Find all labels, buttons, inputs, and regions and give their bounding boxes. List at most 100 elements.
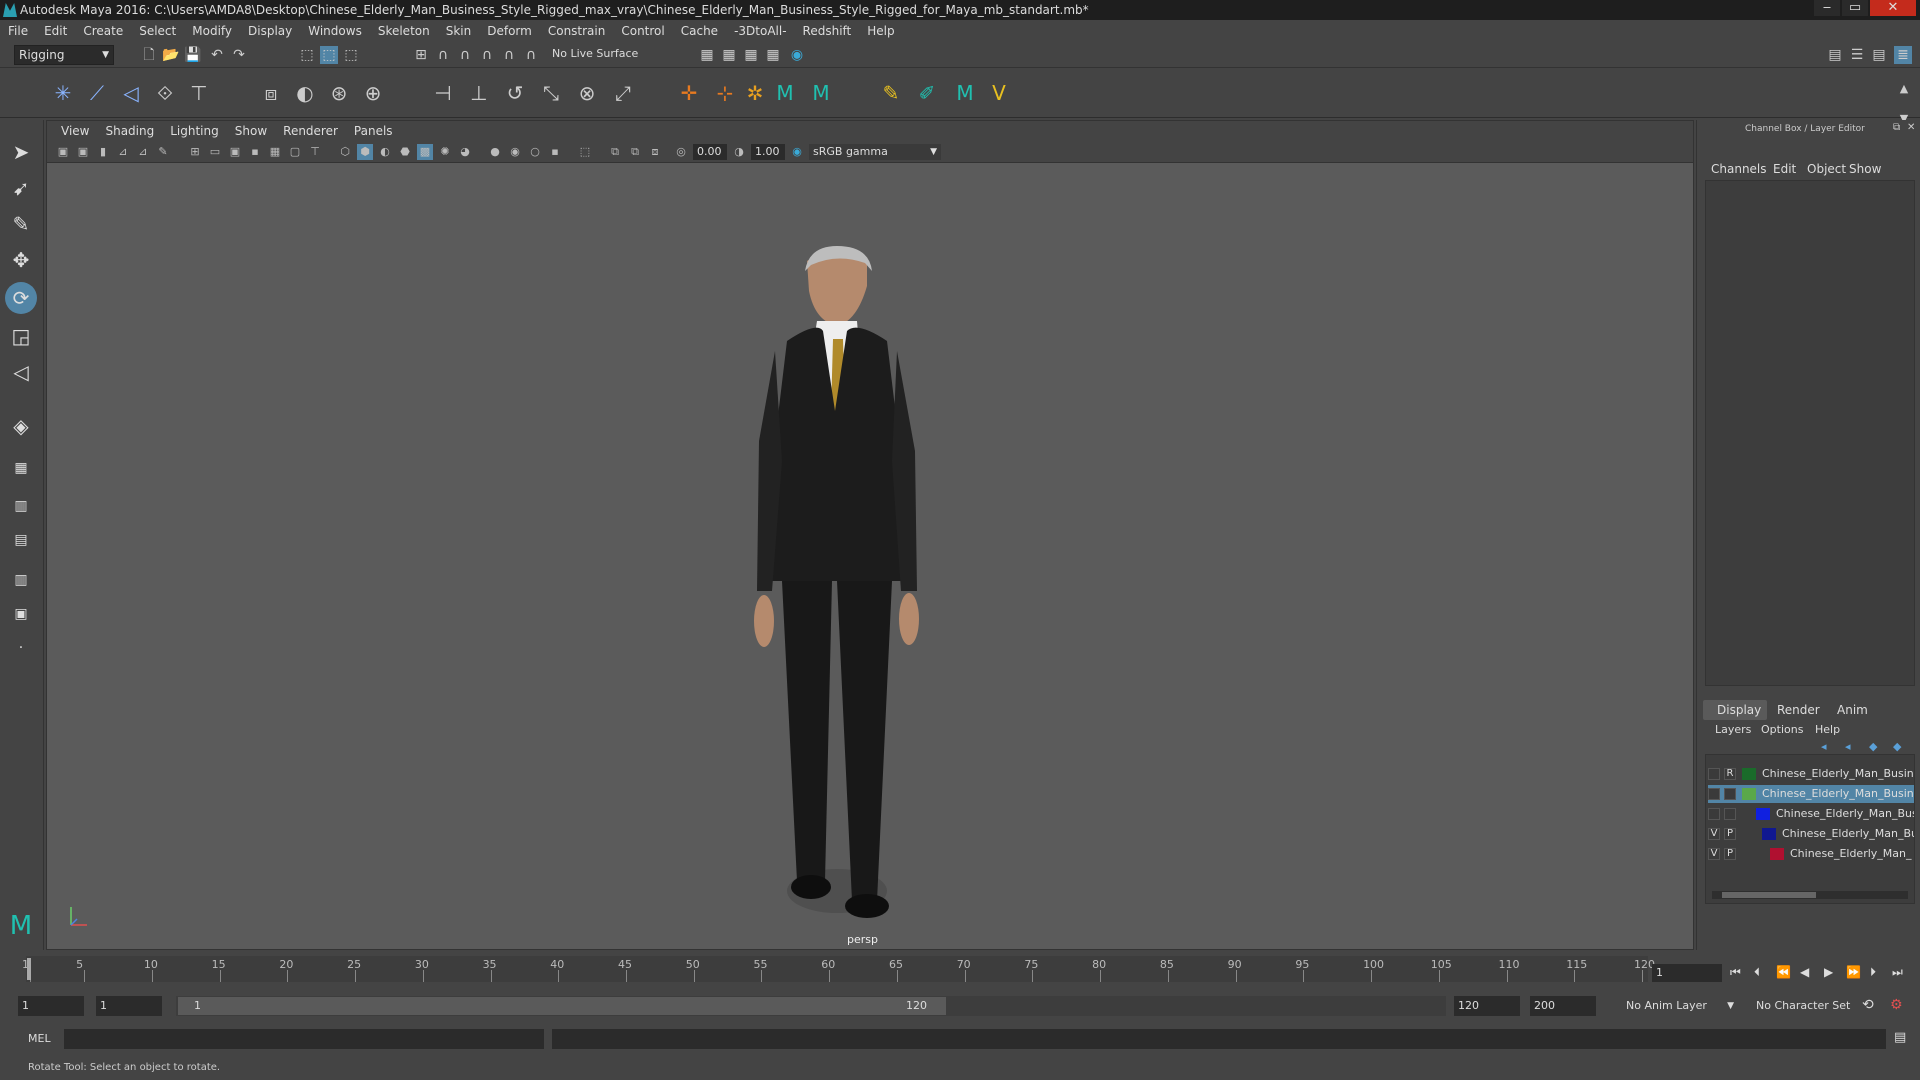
mirror-joint-icon[interactable]: ⟐ (150, 78, 180, 108)
layer-visibility-toggle[interactable]: V (1708, 848, 1720, 860)
new-layer-selected-icon[interactable]: ◆ (1893, 740, 1901, 753)
snap-grid-icon[interactable]: ⊞ (412, 46, 430, 64)
save-scene-icon[interactable]: 💾 (184, 46, 202, 64)
viewport-menu-renderer[interactable]: Renderer (275, 124, 346, 138)
tab-channels[interactable]: Channels (1711, 162, 1767, 176)
pole-vector-icon[interactable]: ⤢ (608, 78, 638, 108)
render-settings-icon[interactable]: ▦ (698, 46, 716, 64)
parent-constraint-icon[interactable]: ⊗ (572, 78, 602, 108)
attribute-editor-icon[interactable]: ☰ (1848, 46, 1866, 64)
layer-playback-toggle[interactable] (1724, 808, 1736, 820)
step-forward-key-icon[interactable]: ⏩ (1846, 965, 1861, 979)
script-editor-icon[interactable]: ▤ (1894, 1030, 1906, 1045)
snap-point-icon[interactable]: ∩ (456, 46, 474, 64)
tab-edit[interactable]: Edit (1773, 162, 1796, 176)
bind-skin-icon[interactable]: ⧈ (256, 78, 286, 108)
depth-of-field-icon[interactable]: ▪ (547, 144, 563, 160)
play-forward-icon[interactable]: ▶ (1824, 965, 1833, 979)
step-forward-frame-icon[interactable]: ⏵ (1870, 965, 1876, 980)
tab-object[interactable]: Object (1807, 162, 1846, 176)
grease-pencil-icon[interactable]: ✎ (155, 144, 171, 160)
viewport-menu-view[interactable]: View (53, 124, 97, 138)
snap-view-icon[interactable]: ∩ (478, 46, 496, 64)
maya-m-icon[interactable]: M (770, 78, 800, 108)
go-to-start-icon[interactable]: ⏮ (1730, 965, 1741, 980)
character-model[interactable] (727, 241, 1047, 941)
color-management-icon[interactable]: ◉ (789, 144, 805, 160)
scale-tool-icon[interactable]: ◲ (5, 320, 37, 352)
anti-alias-icon[interactable]: ○ (527, 144, 543, 160)
menu-modify[interactable]: Modify (184, 20, 240, 42)
smooth-shade-icon[interactable]: ⬢ (357, 144, 373, 160)
minimize-button[interactable]: ‒ (1814, 0, 1840, 16)
open-scene-icon[interactable]: 📂 (162, 46, 180, 64)
layer-playback-toggle[interactable]: P (1724, 828, 1736, 840)
aim-constraint-icon[interactable]: ⊥ (464, 78, 494, 108)
layer-color-swatch[interactable] (1742, 788, 1756, 800)
motion-blur-icon[interactable]: ◉ (507, 144, 523, 160)
help-menu[interactable]: Help (1815, 723, 1840, 736)
safe-title-icon[interactable]: ⊤ (307, 144, 323, 160)
maximize-button[interactable]: ▭ (1842, 0, 1868, 16)
hypershade-layout-icon[interactable]: ▣ (5, 598, 37, 630)
close-panel-icon[interactable]: ✕ (1907, 122, 1915, 133)
layer-playback-toggle[interactable] (1724, 788, 1736, 800)
new-scene-icon[interactable]: 🗋 (140, 46, 158, 64)
range-slider-handle[interactable]: 1 120 (178, 997, 946, 1015)
character-set-dropdown[interactable]: No Character Set (1750, 996, 1870, 1016)
time-slider-track[interactable] (26, 956, 1648, 982)
tool-settings-icon[interactable]: ▤ (1870, 46, 1888, 64)
layer-playback-toggle[interactable]: P (1724, 848, 1736, 860)
new-layer-icon[interactable]: ◆ (1869, 740, 1877, 753)
paint-tool-icon[interactable]: ✐ (912, 78, 942, 108)
joint-tool-icon[interactable]: ✳ (48, 78, 78, 108)
layer-color-swatch[interactable] (1742, 768, 1756, 780)
menu-select[interactable]: Select (131, 20, 184, 42)
viewport-menu-lighting[interactable]: Lighting (162, 124, 227, 138)
wireframe-icon[interactable]: ⬡ (337, 144, 353, 160)
menu-help[interactable]: Help (859, 20, 902, 42)
select-component-icon[interactable]: ⬚ (342, 46, 360, 64)
viewport-menu-show[interactable]: Show (227, 124, 275, 138)
2d-pan-zoom-icon[interactable]: ⊿ (135, 144, 151, 160)
render-view-icon[interactable]: ▦ (764, 46, 782, 64)
menu-cache[interactable]: Cache (673, 20, 726, 42)
select-tool-icon[interactable]: ➤ (5, 136, 37, 168)
layer-row[interactable]: Chinese_Elderly_Man_Busine (1708, 785, 1914, 803)
maya-logo-tool-icon[interactable]: M (5, 910, 37, 942)
layer-visibility-toggle[interactable] (1708, 768, 1720, 780)
step-back-key-icon[interactable]: ⏪ (1776, 965, 1791, 979)
xray-components-icon[interactable]: ⧈ (647, 144, 663, 160)
persp-outliner-icon[interactable]: ▤ (5, 524, 37, 556)
render-frame-icon[interactable]: ▦ (720, 46, 738, 64)
menu-redshift[interactable]: Redshift (795, 20, 860, 42)
grid-icon[interactable]: ⊞ (187, 144, 203, 160)
lasso-tool-icon[interactable]: ➹ (5, 172, 37, 204)
four-view-icon[interactable]: ▦ (5, 452, 37, 484)
layer-playback-toggle[interactable]: R (1724, 768, 1736, 780)
menu-control[interactable]: Control (613, 20, 672, 42)
film-gate-icon[interactable]: ▭ (207, 144, 223, 160)
exposure-field[interactable]: 0.00 (693, 144, 727, 160)
skin-tool-icon[interactable]: ✎ (876, 78, 906, 108)
menu-create[interactable]: Create (75, 20, 131, 42)
gamma-icon[interactable]: ◑ (731, 144, 747, 160)
menu-constrain[interactable]: Constrain (540, 20, 614, 42)
safe-action-icon[interactable]: ▢ (287, 144, 303, 160)
orient-constraint-icon[interactable]: ↺ (500, 78, 530, 108)
channel-box-toggle-icon[interactable]: ≣ (1894, 46, 1912, 64)
move-layer-down-icon[interactable]: ◂ (1845, 740, 1851, 753)
layer-color-swatch[interactable] (1756, 808, 1770, 820)
wireframe-on-shaded-icon[interactable]: ⬣ (397, 144, 413, 160)
menu-3dtoall[interactable]: -3DtoAll- (726, 20, 794, 42)
resolution-gate-icon[interactable]: ▣ (227, 144, 243, 160)
layer-visibility-toggle[interactable]: V (1708, 828, 1720, 840)
layer-row[interactable]: V P Chinese_Elderly_Man_Bu (1708, 825, 1914, 843)
ao-icon[interactable]: ● (487, 144, 503, 160)
snap-curve-icon[interactable]: ∩ (434, 46, 452, 64)
layer-scroll-thumb[interactable] (1722, 892, 1816, 898)
step-back-frame-icon[interactable]: ⏴ (1754, 965, 1760, 980)
default-material-icon[interactable]: ◐ (377, 144, 393, 160)
viewport-menu-shading[interactable]: Shading (97, 124, 162, 138)
layer-color-swatch[interactable] (1770, 848, 1784, 860)
